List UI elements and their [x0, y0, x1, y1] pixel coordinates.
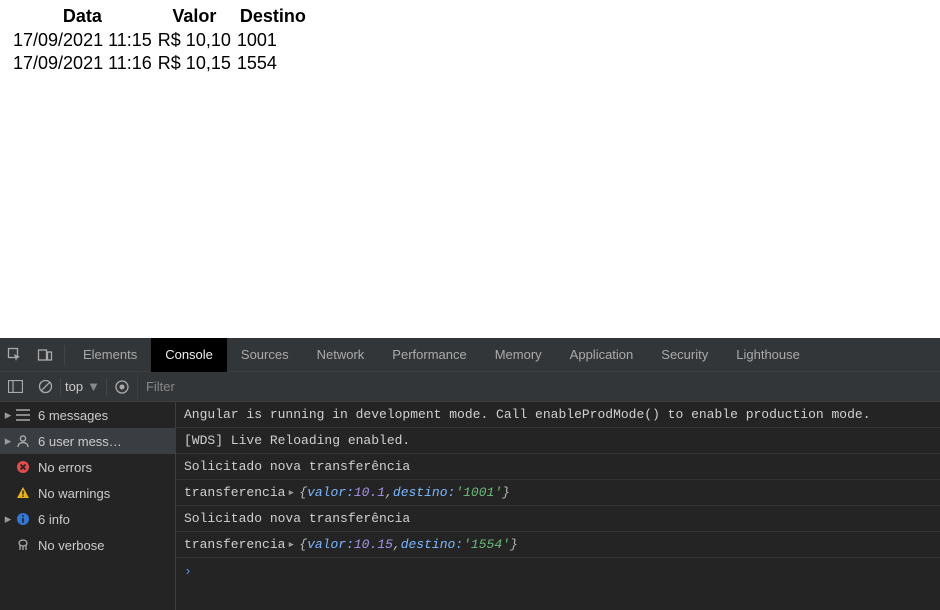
- sidebar-item-label: No verbose: [38, 538, 104, 553]
- clear-console-icon[interactable]: [30, 372, 60, 402]
- log-entry: Solicitado nova transferência: [176, 454, 940, 480]
- log-entry: [WDS] Live Reloading enabled.: [176, 428, 940, 454]
- list-icon: [14, 409, 32, 421]
- chevron-down-icon: ▼: [87, 379, 100, 394]
- log-entry-object[interactable]: transferencia ▸ { valor: 10.1 , destino:…: [176, 480, 940, 506]
- devtools-tabbar: Elements Console Sources Network Perform…: [0, 338, 940, 372]
- expand-arrow-icon: ▸: [2, 433, 14, 449]
- log-label: transferencia: [184, 537, 285, 552]
- col-header-data: Data: [10, 4, 155, 29]
- obj-key: destino:: [401, 537, 463, 552]
- table-header-row: Data Valor Destino: [10, 4, 312, 29]
- cell-destino: 1001: [234, 29, 312, 52]
- tab-application[interactable]: Application: [556, 338, 648, 372]
- comma: ,: [393, 537, 401, 552]
- log-entry-object[interactable]: transferencia ▸ { valor: 10.15 , destino…: [176, 532, 940, 558]
- sidebar-item-label: 6 info: [38, 512, 70, 527]
- sidebar-item-label: 6 user mess…: [38, 434, 122, 449]
- cell-data: 17/09/2021 11:16: [10, 52, 155, 75]
- divider: [64, 345, 65, 365]
- device-toolbar-icon[interactable]: [30, 338, 60, 372]
- obj-value: 10.1: [354, 485, 385, 500]
- error-icon: [14, 460, 32, 474]
- cell-valor: R$ 10,15: [155, 52, 234, 75]
- col-header-destino: Destino: [234, 4, 312, 29]
- sidebar-item-verbose[interactable]: No verbose: [0, 532, 175, 558]
- verbose-icon: [14, 538, 32, 552]
- log-text: Angular is running in development mode. …: [184, 407, 871, 422]
- tab-memory[interactable]: Memory: [481, 338, 556, 372]
- cell-data: 17/09/2021 11:15: [10, 29, 155, 52]
- sidebar-item-warnings[interactable]: No warnings: [0, 480, 175, 506]
- console-toolbar: top ▼: [0, 372, 940, 402]
- expand-arrow-icon: ▸: [2, 407, 14, 423]
- cell-valor: R$ 10,10: [155, 29, 234, 52]
- table-row: 17/09/2021 11:16 R$ 10,15 1554: [10, 52, 312, 75]
- log-text: [WDS] Live Reloading enabled.: [184, 433, 410, 448]
- sidebar-item-errors[interactable]: No errors: [0, 454, 175, 480]
- tab-console[interactable]: Console: [151, 338, 227, 372]
- filter-input[interactable]: [138, 372, 940, 402]
- console-prompt[interactable]: ›: [176, 558, 940, 584]
- devtools-panel: Elements Console Sources Network Perform…: [0, 338, 940, 610]
- sidebar-item-label: No warnings: [38, 486, 110, 501]
- brace: {: [299, 485, 307, 500]
- log-text: Solicitado nova transferência: [184, 511, 410, 526]
- transfers-table: Data Valor Destino 17/09/2021 11:15 R$ 1…: [10, 4, 312, 75]
- obj-value: '1554': [463, 537, 510, 552]
- sidebar-item-info[interactable]: ▸ 6 info: [0, 506, 175, 532]
- expand-arrow-icon: ▸: [2, 511, 14, 527]
- console-body: ▸ 6 messages ▸ 6 user mess… No errors: [0, 402, 940, 610]
- sidebar-item-user-messages[interactable]: ▸ 6 user mess…: [0, 428, 175, 454]
- tab-elements[interactable]: Elements: [69, 338, 151, 372]
- app-page: Data Valor Destino 17/09/2021 11:15 R$ 1…: [0, 0, 940, 338]
- expand-arrow-icon[interactable]: ▸: [287, 537, 295, 552]
- sidebar-item-label: No errors: [38, 460, 92, 475]
- tab-network[interactable]: Network: [303, 338, 379, 372]
- sidebar-item-messages[interactable]: ▸ 6 messages: [0, 402, 175, 428]
- expand-arrow-icon[interactable]: ▸: [287, 485, 295, 500]
- obj-value: '1001': [455, 485, 502, 500]
- context-selector[interactable]: top ▼: [61, 372, 106, 402]
- tab-lighthouse[interactable]: Lighthouse: [722, 338, 814, 372]
- brace: }: [510, 537, 518, 552]
- warning-icon: [14, 486, 32, 500]
- log-entry: Angular is running in development mode. …: [176, 402, 940, 428]
- user-icon: [14, 434, 32, 448]
- tab-performance[interactable]: Performance: [378, 338, 480, 372]
- obj-key: valor:: [307, 485, 354, 500]
- chevron-right-icon: ›: [184, 564, 192, 579]
- cell-destino: 1554: [234, 52, 312, 75]
- log-text: Solicitado nova transferência: [184, 459, 410, 474]
- log-label: transferencia: [184, 485, 285, 500]
- obj-key: destino:: [393, 485, 455, 500]
- live-expression-icon[interactable]: [107, 372, 137, 402]
- obj-value: 10.15: [354, 537, 393, 552]
- brace: }: [502, 485, 510, 500]
- info-icon: [14, 512, 32, 526]
- console-log[interactable]: Angular is running in development mode. …: [176, 402, 940, 610]
- tab-security[interactable]: Security: [647, 338, 722, 372]
- brace: {: [299, 537, 307, 552]
- filter-wrap: [137, 372, 940, 402]
- comma: ,: [385, 485, 393, 500]
- console-sidebar: ▸ 6 messages ▸ 6 user mess… No errors: [0, 402, 176, 610]
- col-header-valor: Valor: [155, 4, 234, 29]
- context-label: top: [65, 379, 83, 394]
- sidebar-toggle-icon[interactable]: [0, 372, 30, 402]
- tab-sources[interactable]: Sources: [227, 338, 303, 372]
- sidebar-item-label: 6 messages: [38, 408, 108, 423]
- inspect-element-icon[interactable]: [0, 338, 30, 372]
- log-entry: Solicitado nova transferência: [176, 506, 940, 532]
- table-row: 17/09/2021 11:15 R$ 10,10 1001: [10, 29, 312, 52]
- obj-key: valor:: [307, 537, 354, 552]
